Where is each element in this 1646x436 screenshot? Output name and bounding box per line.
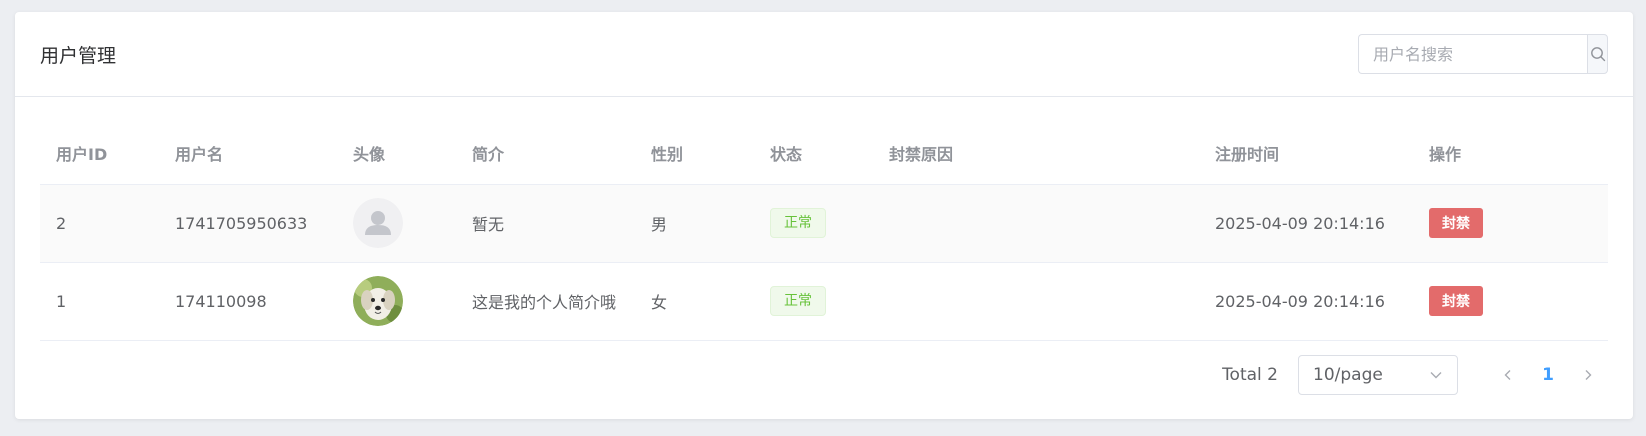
ban-button[interactable]: 封禁 (1429, 286, 1483, 316)
search-button[interactable] (1587, 34, 1608, 74)
ban-button[interactable]: 封禁 (1429, 208, 1483, 238)
cell-register-time: 2025-04-09 20:14:16 (1199, 184, 1413, 263)
column-header-bio: 简介 (456, 122, 635, 185)
cell-ban-reason (873, 262, 1199, 341)
chevron-left-icon (1504, 370, 1511, 380)
cell-gender: 男 (635, 184, 754, 263)
pagination: Total 2 10/page 1 (1222, 355, 1608, 395)
column-header-gender: 性别 (635, 122, 754, 185)
page-number-button[interactable]: 1 (1528, 355, 1568, 395)
cell-bio: 暂无 (456, 184, 635, 263)
cell-register-time: 2025-04-09 20:14:16 (1199, 262, 1413, 341)
page-size-select[interactable]: 10/page (1298, 355, 1458, 395)
user-table: 用户ID 用户名 头像 简介 性别 状态 封禁原因 注册时间 操作 2 1741… (40, 122, 1608, 341)
column-header-ban-reason: 封禁原因 (873, 122, 1199, 185)
column-header-actions: 操作 (1413, 122, 1608, 185)
status-badge: 正常 (770, 286, 826, 316)
next-page-button[interactable] (1568, 355, 1608, 395)
column-header-avatar: 头像 (337, 122, 456, 185)
pagination-total: Total 2 (1222, 365, 1278, 385)
column-header-status: 状态 (754, 122, 873, 185)
table-header-row: 用户ID 用户名 头像 简介 性别 状态 封禁原因 注册时间 操作 (40, 122, 1608, 185)
search-input[interactable] (1358, 34, 1587, 74)
table-row: 1 174110098 这是我的个人简介哦 女 正常 2025-04-09 20… (40, 262, 1608, 341)
cell-user-id: 2 (40, 184, 159, 263)
dog-photo-avatar-icon (353, 276, 403, 326)
column-header-username: 用户名 (159, 122, 337, 185)
cell-username: 1741705950633 (159, 184, 337, 263)
cell-username: 174110098 (159, 262, 337, 341)
user-management-card: 用户管理 用户ID 用户名 头像 简介 (15, 12, 1633, 419)
page-size-value: 10/page (1313, 365, 1383, 385)
chevron-right-icon (1585, 370, 1592, 380)
card-header: 用户管理 (15, 12, 1633, 97)
cell-ban-reason (873, 184, 1199, 263)
table-row: 2 1741705950633 暂无 男 正常 2025-04-09 20:14… (40, 184, 1608, 263)
status-badge: 正常 (770, 208, 826, 238)
prev-page-button[interactable] (1488, 355, 1528, 395)
cell-user-id: 1 (40, 262, 159, 341)
column-header-id: 用户ID (40, 122, 159, 185)
column-header-register-time: 注册时间 (1199, 122, 1413, 185)
cell-bio: 这是我的个人简介哦 (456, 262, 635, 341)
search-group (1358, 34, 1608, 74)
page-title: 用户管理 (40, 44, 117, 67)
search-icon (1590, 47, 1605, 62)
default-user-avatar-icon (353, 198, 403, 248)
chevron-down-icon (1430, 372, 1442, 379)
cell-gender: 女 (635, 262, 754, 341)
